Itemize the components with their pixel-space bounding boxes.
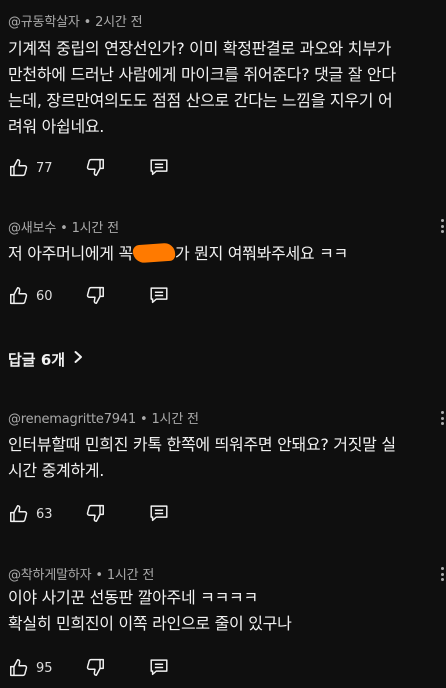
comment-text: 인터뷰할때 민희진 카톡 한쪽에 띄워주면 안돼요? 거짓말 실 시간 중계하게…	[8, 432, 440, 484]
thumbs-up-icon	[8, 285, 30, 307]
comment-text-line: 만천하에 드러난 사람에게 마이크를 쥐어준다? 댓글 잘 안다	[8, 65, 396, 84]
comment-meta: @새보수 • 1시간 전	[8, 217, 119, 236]
comment-meta: @규동학살자 • 2시간 전	[8, 11, 143, 30]
comment-actions: 77	[8, 156, 208, 180]
thumbs-down-icon	[84, 656, 106, 678]
comment-text: 이야 사기꾼 선동판 깔아주네 ㅋㅋㅋㅋ 확실히 민희진이 이쪽 라인으로 줄이…	[8, 585, 440, 637]
like-count: 77	[36, 160, 53, 176]
comment-time[interactable]: 1시간 전	[107, 568, 154, 583]
comment-text-line: 인터뷰할때 민희진 카톡 한쪽에 띄워주면 안돼요? 거짓말 실	[8, 435, 396, 454]
reply-button[interactable]	[148, 284, 170, 308]
comment-text-line: 확실히 민희진이 이쪽 라인으로 줄이 있구나	[8, 614, 292, 633]
like-count: 95	[36, 660, 53, 676]
comment-text-part: 가 뭔지 여쭤봐주세요 ㅋㅋ	[174, 244, 348, 263]
comment-text-line: 시간 중계하게.	[8, 461, 105, 480]
meta-separator: •	[83, 15, 92, 30]
chevron-right-icon	[73, 350, 83, 368]
comment-text-line: 저 아주머니에게 꼭 가 뭔지 여쭤봐주세요 ㅋㅋ	[8, 241, 440, 267]
comment-time[interactable]: 2시간 전	[95, 15, 142, 30]
meta-separator: •	[95, 568, 103, 583]
dislike-button[interactable]	[84, 656, 106, 680]
thumbs-up-icon	[8, 503, 30, 525]
thumbs-up-icon	[8, 657, 30, 679]
comment-author[interactable]: @착하게말하자	[8, 568, 92, 583]
thumbs-down-icon	[84, 284, 106, 306]
more-vert-icon[interactable]	[440, 411, 444, 425]
comment-text-line: 려워 아쉽네요.	[8, 117, 105, 136]
dislike-button[interactable]	[84, 284, 106, 308]
like-button[interactable]: 63	[8, 502, 53, 526]
reply-button[interactable]	[148, 656, 170, 680]
comment-actions: 95	[8, 656, 208, 680]
comment-reply-icon	[148, 502, 170, 524]
comment-time[interactable]: 1시간 전	[151, 412, 198, 427]
more-vert-icon[interactable]	[440, 567, 444, 581]
comment-text-part: 저 아주머니에게 꼭	[8, 244, 133, 263]
redaction-scribble	[132, 242, 176, 264]
reply-button[interactable]	[148, 156, 170, 180]
like-count: 60	[36, 288, 53, 304]
comment-text-line: 기계적 중립의 연장선인가? 이미 확정판결로 과오와 치부가	[8, 39, 391, 58]
thumbs-down-icon	[84, 156, 106, 178]
comment-text-line: 이야 사기꾼 선동판 깔아주네 ㅋㅋㅋㅋ	[8, 588, 258, 607]
meta-separator: •	[140, 412, 148, 427]
thumbs-down-icon	[84, 502, 106, 524]
comment-text: 기계적 중립의 연장선인가? 이미 확정판결로 과오와 치부가 만천하에 드러난…	[8, 36, 440, 140]
more-vert-icon[interactable]	[440, 219, 444, 233]
comment-reply-icon	[148, 284, 170, 306]
comment-text-line: 는데, 장르만여의도도 점점 산으로 간다는 느낌을 지우기 어	[8, 91, 393, 110]
comment-author[interactable]: @renemagritte7941	[8, 412, 136, 427]
comment-meta: @착하게말하자 • 1시간 전	[8, 564, 154, 583]
comment-meta: @renemagritte7941 • 1시간 전	[8, 408, 199, 427]
thumbs-up-icon	[8, 157, 30, 179]
comment-text: 저 아주머니에게 꼭 가 뭔지 여쭤봐주세요 ㅋㅋ	[8, 241, 440, 267]
comment-actions: 60	[8, 284, 208, 308]
like-button[interactable]: 77	[8, 156, 53, 180]
dislike-button[interactable]	[84, 156, 106, 180]
comment-actions: 63	[8, 502, 208, 526]
comment-author[interactable]: @새보수	[8, 221, 56, 236]
comment-time[interactable]: 1시간 전	[72, 221, 119, 236]
reply-button[interactable]	[148, 502, 170, 526]
comment-reply-icon	[148, 656, 170, 678]
dislike-button[interactable]	[84, 502, 106, 526]
like-button[interactable]: 95	[8, 656, 53, 680]
replies-label: 답글 6개	[8, 350, 66, 369]
like-count: 63	[36, 506, 53, 522]
comment-author[interactable]: @규동학살자	[8, 15, 80, 30]
meta-separator: •	[60, 221, 68, 236]
like-button[interactable]: 60	[8, 284, 53, 308]
comment-reply-icon	[148, 156, 170, 178]
replies-toggle-button[interactable]: 답글 6개	[8, 346, 83, 372]
